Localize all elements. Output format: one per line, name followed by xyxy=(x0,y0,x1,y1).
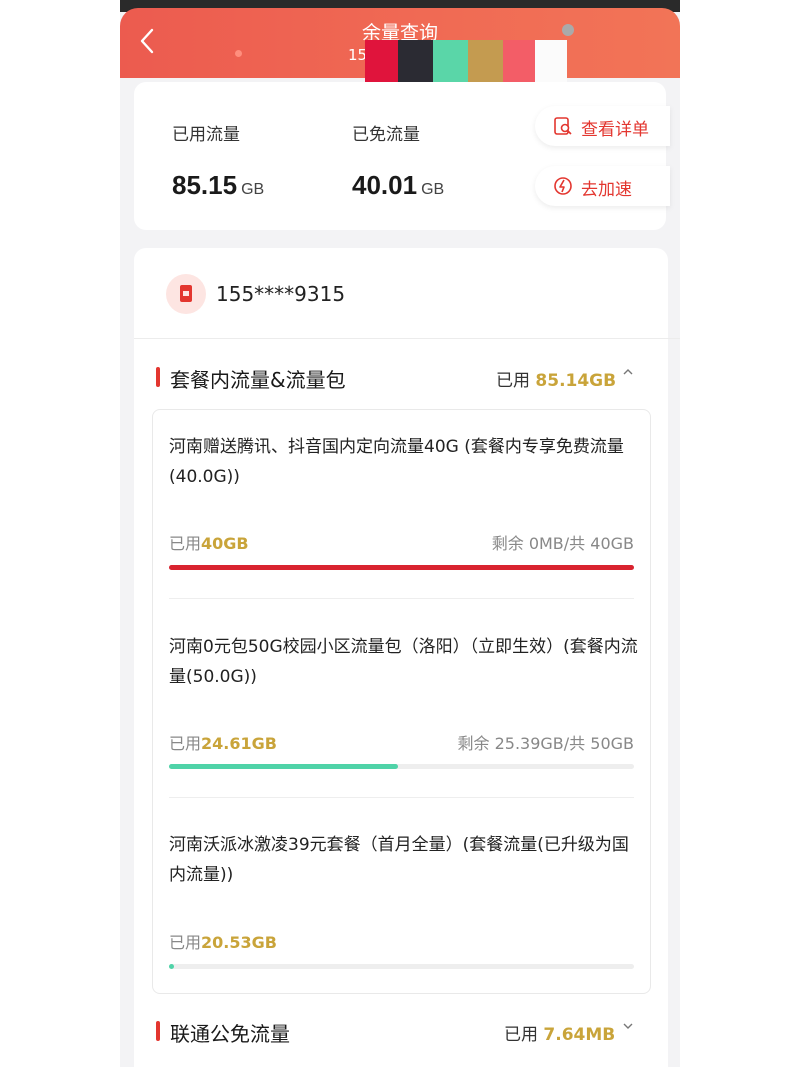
package-used-prefix: 已用 xyxy=(169,534,202,553)
used-flow-label: 已用流量 xyxy=(172,125,240,145)
section-marker xyxy=(156,1021,160,1041)
sim-card-icon xyxy=(166,274,206,314)
redaction-block xyxy=(503,40,535,84)
package-remaining: 剩余 0MB/共 40GB xyxy=(491,534,634,553)
package-name: 河南沃派冰激凌39元套餐（首月全量）(套餐流量(已升级为国内流量)) xyxy=(169,835,629,885)
speed-up-label: 去加速 xyxy=(581,180,632,200)
used-flow-number: 85.15 xyxy=(172,170,238,200)
plan-section-title: 套餐内流量&流量包 xyxy=(170,368,346,392)
package-list: 河南赠送腾讯、抖音国内定向流量40G (套餐内专享免费流量(40.0G)) 已用… xyxy=(152,409,651,994)
free-used-prefix: 已用 xyxy=(504,1025,538,1045)
view-details-label: 查看详单 xyxy=(581,120,649,140)
free-section-title: 联通公免流量 xyxy=(170,1022,290,1046)
close-icon xyxy=(562,24,574,36)
phone-number: 155****9315 xyxy=(216,282,346,306)
redaction-block xyxy=(535,40,567,84)
bill-search-icon xyxy=(554,117,572,135)
free-flow-label: 已免流量 xyxy=(352,125,420,145)
usage-summary-card: 已用流量 85.15 GB 已免流量 40.01 GB xyxy=(134,82,666,230)
redaction-block xyxy=(398,40,433,84)
package-progress-fill xyxy=(169,964,174,969)
package-progress-track xyxy=(169,964,634,969)
package-used-prefix: 已用 xyxy=(169,933,202,952)
used-flow-value: 85.15 GB xyxy=(172,170,264,201)
package-progress-fill xyxy=(169,764,398,769)
package-used-value: 40GB xyxy=(201,534,249,553)
package-used: 已用40GB xyxy=(169,530,249,554)
chevron-down-icon[interactable] xyxy=(622,1020,634,1036)
section-marker xyxy=(156,367,160,387)
chevron-up-icon[interactable] xyxy=(622,366,634,382)
package-used-value: 20.53GB xyxy=(201,933,277,952)
view-details-button[interactable]: 查看详单 xyxy=(535,106,670,146)
lightning-icon xyxy=(554,177,572,195)
package-name: 河南0元包50G校园小区流量包（洛阳）（立即生效）(套餐内流量(50.0G)) xyxy=(169,637,638,687)
free-section-used: 已用 7.64MB xyxy=(504,1020,615,1045)
divider xyxy=(169,598,634,599)
package-remaining: 剩余 25.39GB/共 50GB xyxy=(457,734,634,753)
plan-used-value: 85.14GB xyxy=(535,371,617,391)
package-progress-fill xyxy=(169,565,634,570)
plan-used-prefix: 已用 xyxy=(496,371,530,391)
redaction-block xyxy=(468,40,503,84)
package-progress-track xyxy=(169,565,634,570)
redaction-block xyxy=(365,40,398,84)
used-flow-unit: GB xyxy=(241,181,265,198)
package-name: 河南赠送腾讯、抖音国内定向流量40G (套餐内专享免费流量(40.0G)) xyxy=(169,437,624,487)
speed-up-button[interactable]: 去加速 xyxy=(535,166,670,206)
package-used: 已用24.61GB xyxy=(169,730,277,754)
decorative-dot xyxy=(235,50,242,57)
free-flow-value: 40.01 GB xyxy=(352,170,444,201)
free-used-value: 7.64MB xyxy=(543,1025,616,1045)
divider xyxy=(169,797,634,798)
plan-section-used: 已用 85.14GB xyxy=(496,366,616,391)
package-progress-track xyxy=(169,764,634,769)
package-used-value: 24.61GB xyxy=(201,734,277,753)
free-flow-unit: GB xyxy=(421,181,445,198)
package-used: 已用20.53GB xyxy=(169,929,277,953)
account-row: 155****9315 xyxy=(134,248,680,339)
redaction-block xyxy=(433,40,468,84)
free-flow-number: 40.01 xyxy=(352,170,418,200)
app-screen: 余量查询 15 已用流量 85.15GB 已免流量 40.01GB 查看详单 xyxy=(120,0,680,1067)
header-bar: 余量查询 15 xyxy=(120,8,680,84)
package-used-prefix: 已用 xyxy=(169,734,202,753)
